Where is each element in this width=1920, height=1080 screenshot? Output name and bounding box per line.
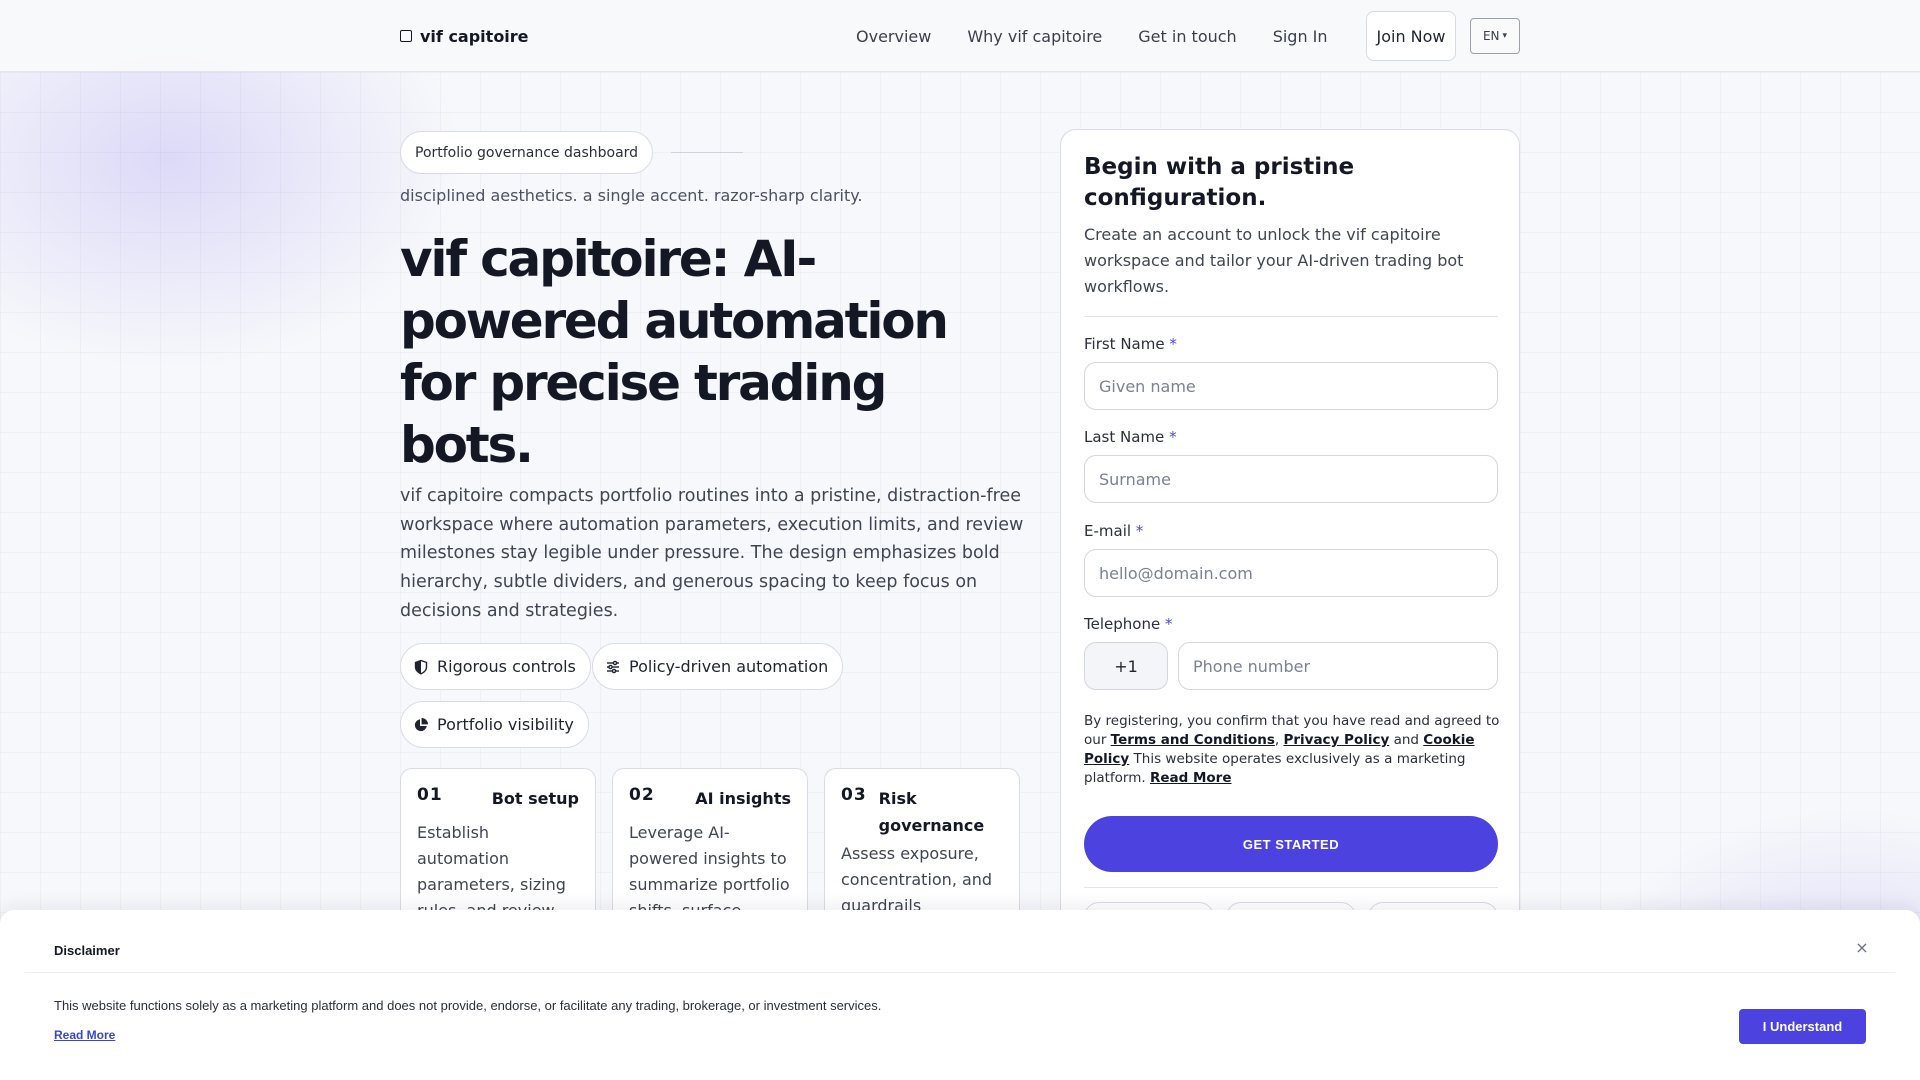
nav-get-in-touch[interactable]: Get in touch: [1138, 27, 1236, 46]
language-label: EN: [1482, 29, 1500, 43]
step-number: 02: [629, 785, 655, 805]
required-marker: *: [1169, 335, 1177, 353]
badge-divider-line: [671, 152, 743, 153]
required-marker: *: [1164, 615, 1173, 633]
form-divider: [1084, 316, 1498, 317]
last-name-label-text: Last Name: [1084, 428, 1165, 446]
site-header: vif capitoire Overview Why vif capitoire…: [0, 0, 1920, 72]
get-started-button[interactable]: GET STARTED: [1084, 816, 1498, 872]
close-icon[interactable]: ×: [1852, 937, 1872, 957]
hero-tagline: disciplined aesthetics. a single accent.…: [400, 186, 863, 205]
telephone-label: Telephone *: [1084, 615, 1172, 633]
email-label: E-mail *: [1084, 522, 1143, 540]
chip-label: Rigorous controls: [437, 657, 576, 676]
step-title: Bot setup: [491, 789, 579, 808]
email-label-text: E-mail: [1084, 522, 1132, 540]
hero-badge: Portfolio governance dashboard: [400, 131, 654, 174]
signup-card: Begin with a pristine configuration. Cre…: [1060, 129, 1520, 932]
email-input[interactable]: [1084, 549, 1498, 597]
nav-sign-in[interactable]: Sign In: [1273, 27, 1328, 46]
first-name-input[interactable]: [1084, 362, 1498, 410]
join-now-button[interactable]: Join Now: [1366, 11, 1456, 61]
i-understand-button[interactable]: I Understand: [1739, 1009, 1866, 1044]
brand-name: vif capitoire: [420, 26, 529, 46]
step-title: AI insights: [695, 789, 791, 808]
disclaimer-read-more-link[interactable]: Read More: [54, 1028, 115, 1042]
chevron-down-icon: ▾: [1502, 31, 1508, 41]
consent-separator: and: [1389, 732, 1424, 748]
privacy-link[interactable]: Privacy Policy: [1283, 732, 1389, 748]
nav-why[interactable]: Why vif capitoire: [967, 27, 1102, 46]
country-code-select[interactable]: +1: [1084, 642, 1168, 690]
disclaimer-title: Disclaimer: [54, 943, 120, 958]
last-name-input[interactable]: [1084, 455, 1498, 503]
step-title: Risk governance: [878, 789, 985, 835]
form-title: Begin with a pristine configuration.: [1084, 154, 1355, 211]
form-bottom-divider: [1084, 887, 1498, 888]
first-name-label-text: First Name: [1084, 335, 1165, 353]
telephone-label-text: Telephone: [1084, 615, 1161, 633]
consent-read-more-link[interactable]: Read More: [1150, 770, 1232, 786]
chip-portfolio-visibility: Portfolio visibility: [400, 701, 589, 748]
form-subtitle: Create an account to unlock the vif capi…: [1084, 225, 1464, 296]
phone-input[interactable]: [1178, 642, 1498, 690]
logo-square-icon: [400, 30, 412, 42]
required-marker: *: [1135, 522, 1144, 540]
brand-logo[interactable]: vif capitoire: [400, 24, 529, 48]
consent-middle: This website operates exclusively as a m…: [1084, 751, 1466, 786]
step-number: 03: [841, 785, 867, 805]
main-nav: Overview Why vif capitoire Get in touch …: [856, 12, 1364, 60]
last-name-label: Last Name *: [1084, 428, 1177, 446]
step-number: 01: [417, 785, 443, 805]
chip-rigorous-controls: Rigorous controls: [400, 643, 591, 690]
nav-overview[interactable]: Overview: [856, 27, 931, 46]
chip-policy-automation: Policy-driven automation: [592, 643, 844, 690]
chip-label: Policy-driven automation: [629, 657, 829, 676]
language-selector[interactable]: EN ▾: [1470, 18, 1520, 54]
disclaimer-banner: Disclaimer × This website functions sole…: [0, 910, 1920, 1080]
sliders-icon: [607, 660, 619, 673]
shield-icon: [414, 659, 428, 675]
disclaimer-text: This website functions solely as a marke…: [54, 998, 882, 1013]
disclaimer-divider: [25, 972, 1895, 973]
first-name-label: First Name *: [1084, 335, 1177, 353]
chip-label: Portfolio visibility: [437, 715, 574, 734]
hero-description: vif capitoire compacts portfolio routine…: [400, 486, 1024, 621]
terms-link[interactable]: Terms and Conditions: [1111, 732, 1275, 748]
pie-chart-icon: [414, 717, 428, 731]
consent-text: By registering, you confirm that you hav…: [1084, 712, 1504, 788]
required-marker: *: [1169, 428, 1177, 446]
hero-title: vif capitoire: AI-powered automation for…: [400, 230, 949, 474]
